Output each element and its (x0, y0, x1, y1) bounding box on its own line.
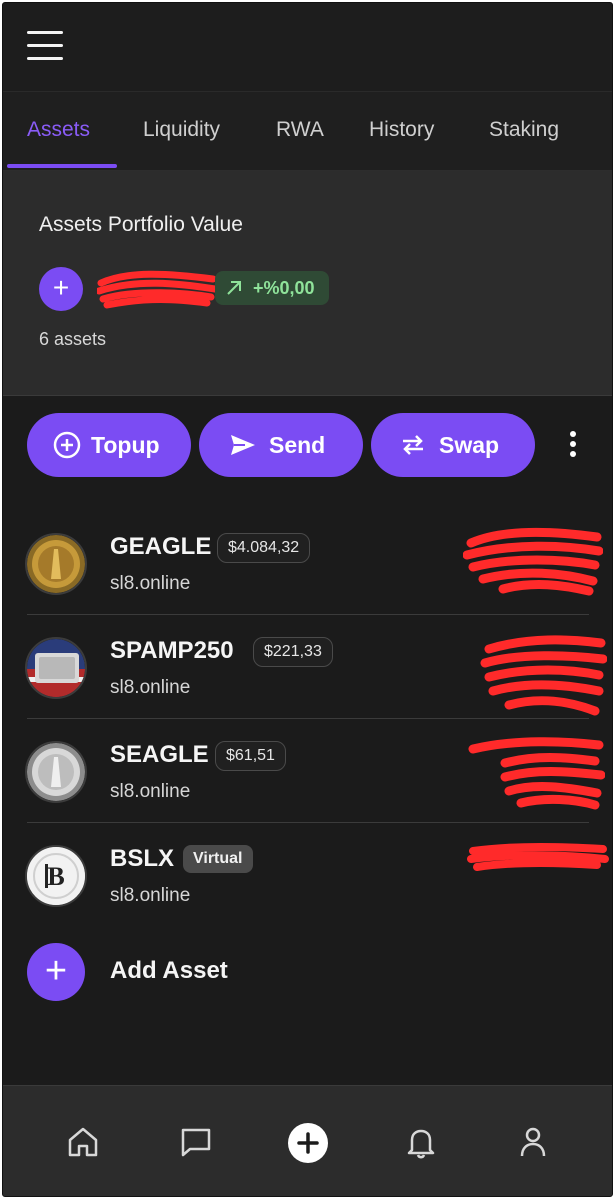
portfolio-change-badge: +%0,00 (215, 271, 329, 305)
more-vertical-icon[interactable] (561, 431, 585, 461)
hamburger-menu-icon[interactable] (27, 31, 63, 61)
asset-domain: sl8.online (110, 573, 191, 594)
portfolio-add-button[interactable]: + (39, 267, 83, 311)
bottom-navigation (3, 1085, 612, 1196)
top-bar (3, 3, 612, 92)
topup-label: Topup (91, 432, 160, 458)
seagle-coin-icon (25, 741, 87, 803)
virtual-badge: Virtual (183, 845, 253, 873)
asset-domain: sl8.online (110, 885, 191, 906)
send-button[interactable]: Send (199, 413, 363, 477)
svg-text:B: B (47, 862, 64, 891)
asset-name: BSLX (110, 845, 175, 872)
tab-history[interactable]: History (369, 118, 434, 142)
portfolio-card: Assets Portfolio Value + +%0,00 6 assets (3, 171, 612, 396)
swap-icon (403, 435, 423, 455)
geagle-coin-icon (25, 533, 87, 595)
swap-label: Swap (439, 432, 500, 458)
add-asset-button[interactable]: + Add Asset (3, 941, 612, 1005)
tab-bar: Assets Liquidity RWA History Staking (3, 92, 612, 171)
redacted-balance (468, 737, 605, 810)
tab-liquidity[interactable]: Liquidity (143, 118, 220, 142)
portfolio-title: Assets Portfolio Value (39, 213, 243, 236)
tab-assets[interactable]: Assets (27, 118, 90, 142)
add-circle-icon (53, 431, 81, 459)
asset-name: SEAGLE (110, 741, 209, 768)
portfolio-asset-count: 6 assets (39, 329, 107, 349)
send-label: Send (269, 432, 326, 458)
spamp250-coin-icon (25, 637, 87, 699)
home-icon[interactable] (65, 1124, 101, 1160)
active-tab-indicator (7, 164, 117, 168)
redacted-balance (463, 527, 603, 596)
asset-row-seagle[interactable]: SEAGLE $61,51 sl8.online (3, 719, 612, 823)
asset-price-chip: $4.084,32 (217, 533, 311, 563)
chat-icon[interactable] (178, 1124, 214, 1160)
asset-row-spamp250[interactable]: SPAMP250 $221,33 sl8.online (3, 615, 612, 719)
asset-domain: sl8.online (110, 781, 191, 802)
asset-name: SPAMP250 (110, 637, 234, 664)
tab-staking[interactable]: Staking (489, 118, 559, 142)
swap-button[interactable]: Swap (371, 413, 535, 477)
asset-price-chip: $61,51 (215, 741, 286, 771)
add-asset-label: Add Asset (110, 957, 228, 984)
tab-rwa[interactable]: RWA (276, 118, 324, 142)
add-icon: + (27, 943, 85, 1001)
bell-icon[interactable] (403, 1124, 439, 1160)
bslx-coin-icon: B (25, 845, 87, 907)
add-circle-icon[interactable] (288, 1123, 328, 1163)
redacted-balance (480, 635, 607, 716)
redacted-balance (467, 843, 609, 871)
topup-button[interactable]: Topup (27, 413, 191, 477)
action-bar: Topup Send Swap (3, 413, 612, 479)
asset-row-bslx[interactable]: B BSLX Virtual sl8.online (3, 823, 612, 927)
trend-up-icon (227, 281, 241, 295)
asset-price-chip: $221,33 (253, 637, 333, 667)
app-frame: Assets Liquidity RWA History Staking Ass… (2, 2, 613, 1197)
portfolio-change-value: +%0,00 (253, 278, 315, 298)
asset-name: GEAGLE (110, 533, 212, 560)
asset-row-geagle[interactable]: GEAGLE $4.084,32 sl8.online (3, 511, 612, 615)
send-icon (231, 435, 255, 455)
redacted-portfolio-value (97, 270, 217, 309)
profile-icon[interactable] (515, 1124, 551, 1160)
asset-domain: sl8.online (110, 677, 191, 698)
